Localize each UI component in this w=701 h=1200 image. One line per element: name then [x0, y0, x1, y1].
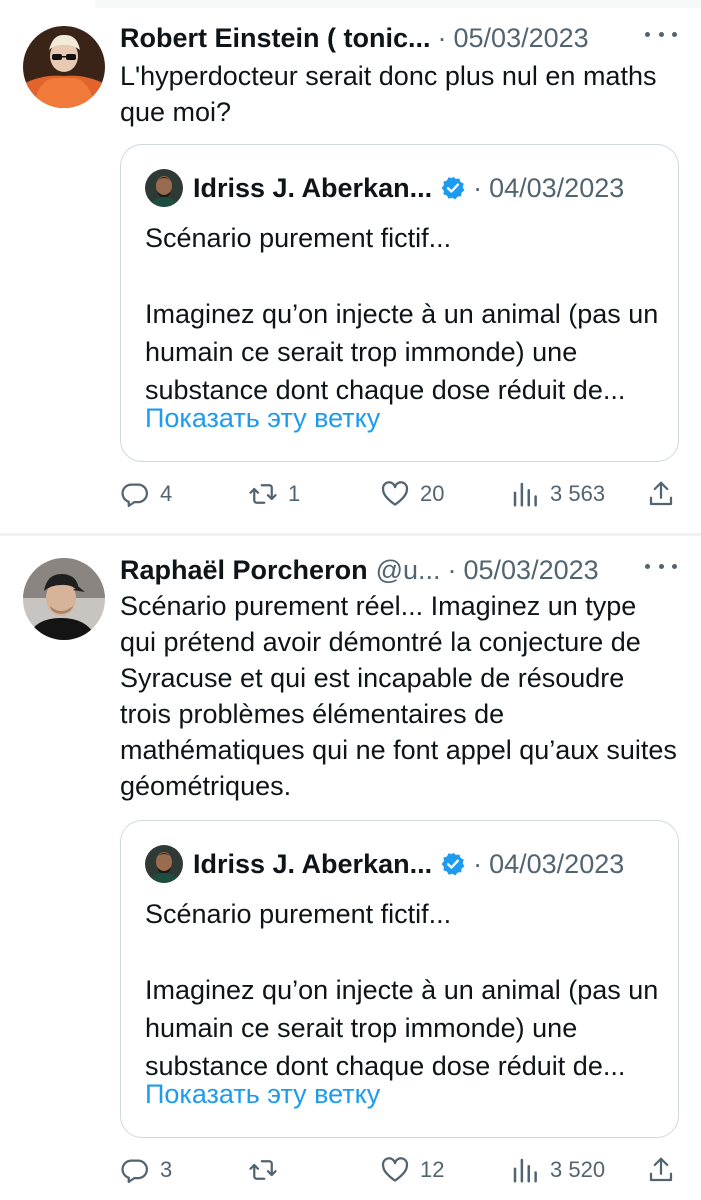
- views-button[interactable]: 3 520: [510, 1150, 605, 1190]
- quoted-text: Scénario purement fictif... Imaginez qu’…: [145, 895, 660, 1085]
- retweet-count: 1: [288, 481, 301, 506]
- middle-dot: ·: [473, 172, 483, 203]
- share-icon: [649, 1157, 673, 1182]
- views-icon: [513, 482, 537, 507]
- retweet-button[interactable]: [248, 1150, 288, 1190]
- reply-icon: [121, 1159, 148, 1183]
- tweet-header: Robert Einstein ( tonic... · 05/03/2023: [120, 20, 687, 56]
- tweet-text: L'hyperdocteur serait donc plus nul en m…: [120, 61, 657, 127]
- middle-dot: ·: [473, 848, 483, 879]
- more-icon[interactable]: [645, 558, 677, 574]
- quoted-tweet[interactable]: Idriss J. Aberkan... · 04/03/2023 Scénar…: [120, 820, 679, 1138]
- tweet-date[interactable]: 05/03/2023: [454, 23, 589, 54]
- reply-count: 3: [160, 1157, 173, 1182]
- quoted-text-line1: Scénario purement fictif...: [145, 899, 452, 929]
- tweet-date[interactable]: 05/03/2023: [464, 555, 599, 586]
- quoted-avatar: [145, 845, 183, 883]
- quoted-tweet-header: Idriss J. Aberkan... · 04/03/2023: [145, 169, 664, 207]
- views-count: 3 520: [550, 1157, 606, 1182]
- retweet-button[interactable]: 1: [248, 474, 300, 514]
- quoted-date[interactable]: 04/03/2023: [489, 849, 624, 880]
- quoted-avatar: [145, 169, 183, 207]
- like-button[interactable]: 20: [380, 474, 444, 514]
- views-button[interactable]: 3 563: [510, 474, 605, 514]
- middle-dot: ·: [447, 554, 457, 585]
- show-thread-link[interactable]: Показать эту ветку: [145, 403, 380, 434]
- avatar[interactable]: [23, 26, 105, 108]
- like-icon: [381, 481, 409, 506]
- reply-icon: [121, 483, 148, 507]
- quoted-text-line2: Imaginez qu’on injecte à un animal (pas …: [145, 975, 659, 1081]
- quoted-text: Scénario purement fictif... Imaginez qu’…: [145, 219, 660, 409]
- tweet[interactable]: Robert Einstein ( tonic... · 05/03/2023 …: [0, 0, 701, 533]
- like-count: 12: [420, 1157, 445, 1182]
- tweet-text: Scénario purement réel... Imaginez un ty…: [120, 591, 677, 801]
- like-count: 20: [420, 481, 445, 506]
- reply-button[interactable]: 4: [120, 474, 172, 514]
- quoted-tweet-header: Idriss J. Aberkan... · 04/03/2023: [145, 845, 664, 883]
- views-count: 3 563: [550, 481, 606, 506]
- retweet-icon: [249, 1160, 277, 1180]
- like-button[interactable]: 12: [380, 1150, 444, 1190]
- share-button[interactable]: [646, 474, 676, 514]
- author-name[interactable]: Robert Einstein ( tonic...: [120, 23, 431, 54]
- quoted-author-name[interactable]: Idriss J. Aberkan...: [193, 849, 432, 880]
- avatar[interactable]: [23, 558, 105, 640]
- author-name[interactable]: Raphaël Porcheron: [120, 555, 368, 586]
- quoted-date[interactable]: 04/03/2023: [489, 173, 624, 204]
- tweet-header: Raphaël Porcheron @u... · 05/03/2023: [120, 552, 687, 588]
- action-bar: 3 12 3 520: [120, 1150, 680, 1190]
- show-thread-link[interactable]: Показать эту ветку: [145, 1079, 380, 1110]
- quoted-text-line1: Scénario purement fictif...: [145, 223, 452, 253]
- reply-button[interactable]: 3: [120, 1150, 172, 1190]
- share-button[interactable]: [646, 1150, 676, 1190]
- retweet-icon: [249, 484, 277, 504]
- views-icon: [513, 1158, 537, 1183]
- verified-badge-icon: [441, 852, 465, 876]
- author-handle[interactable]: @u...: [376, 555, 441, 586]
- middle-dot: ·: [437, 22, 447, 53]
- quoted-author-name[interactable]: Idriss J. Aberkan...: [193, 173, 432, 204]
- share-icon: [649, 481, 673, 506]
- quoted-text-line2: Imaginez qu’on injecte à un animal (pas …: [145, 299, 659, 405]
- reply-count: 4: [160, 481, 173, 506]
- tweet[interactable]: Raphaël Porcheron @u... · 05/03/2023 Scé…: [0, 536, 701, 1200]
- like-icon: [381, 1157, 409, 1182]
- action-bar: 4 1 20 3 563: [120, 474, 680, 514]
- verified-badge-icon: [441, 176, 465, 200]
- quoted-tweet[interactable]: Idriss J. Aberkan... · 04/03/2023 Scénar…: [120, 144, 679, 462]
- more-icon[interactable]: [645, 26, 677, 42]
